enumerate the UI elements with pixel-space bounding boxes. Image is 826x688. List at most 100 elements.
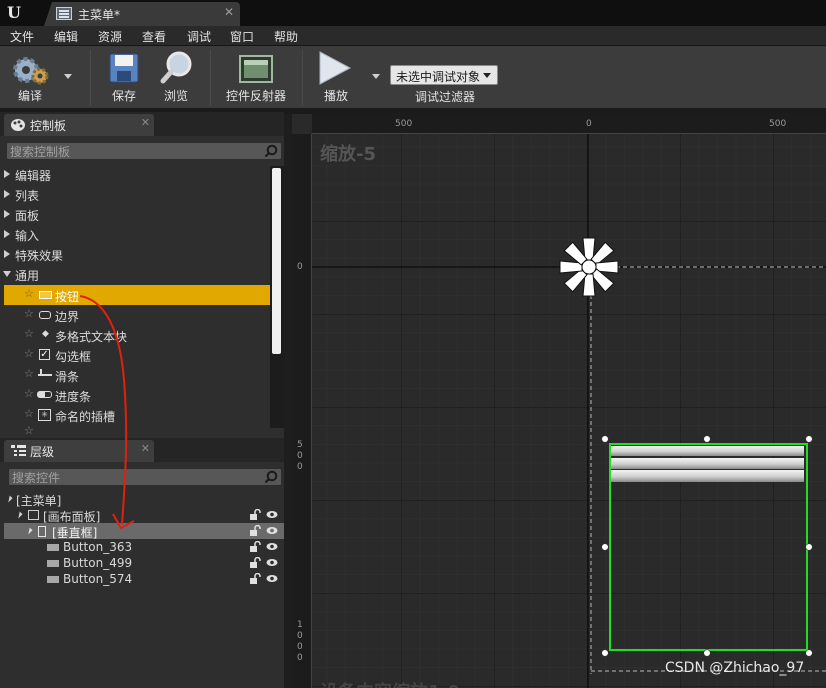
- hierarchy-search-input[interactable]: [12, 470, 252, 485]
- menu-asset[interactable]: 资源: [98, 28, 122, 45]
- menu-help[interactable]: 帮助: [274, 28, 298, 45]
- category-editor[interactable]: 编辑器: [0, 164, 270, 184]
- tree-item-canvas-panel[interactable]: [画布面板]: [0, 507, 284, 524]
- palette-search[interactable]: [6, 142, 282, 160]
- category-special-effects[interactable]: 特殊效果: [0, 244, 270, 264]
- category-label: 输入: [15, 229, 40, 243]
- close-icon[interactable]: ✕: [141, 442, 150, 455]
- palette-item-slider[interactable]: ☆ 滑条: [0, 365, 270, 385]
- favorite-star-icon[interactable]: ☆: [24, 307, 34, 320]
- widget-reflector-icon: [239, 55, 273, 83]
- favorite-star-icon[interactable]: ☆: [24, 347, 34, 360]
- palette-item-label: 多格式文本块: [55, 330, 128, 344]
- browse-label: 浏览: [163, 89, 188, 103]
- compile-button[interactable]: 编译: [4, 46, 56, 108]
- category-list[interactable]: 列表: [0, 184, 270, 204]
- checkbox-icon: ✓: [39, 349, 50, 360]
- eye-icon[interactable]: [266, 509, 278, 520]
- tab-palette[interactable]: 控制板 ✕: [4, 114, 154, 136]
- palette-item-label: 按钮: [55, 290, 80, 304]
- rich-text-icon: ◆: [42, 329, 49, 339]
- play-options-arrow[interactable]: [372, 74, 380, 79]
- favorite-star-icon[interactable]: ☆: [24, 367, 34, 380]
- palette-item-button[interactable]: ☆ 按钮: [4, 285, 270, 305]
- unreal-logo[interactable]: U: [0, 0, 28, 26]
- watermark: CSDN @Zhichao_97: [665, 660, 805, 676]
- expand-arrow-icon: [4, 170, 10, 178]
- eye-icon[interactable]: [266, 573, 278, 584]
- palette-search-input[interactable]: [10, 144, 250, 159]
- tree-item-button[interactable]: Button_574: [0, 571, 284, 587]
- tab-hierarchy[interactable]: 层级 ✕: [4, 440, 154, 462]
- expand-arrow-icon: [4, 230, 10, 238]
- lock-open-icon[interactable]: [249, 509, 261, 520]
- eye-icon[interactable]: [266, 541, 278, 552]
- debug-object-select[interactable]: 未选中调试对象: [390, 65, 498, 85]
- canvas-button-1[interactable]: [610, 446, 804, 456]
- ruler-left: 0 5 0 0 1 0 0 0: [292, 134, 312, 688]
- tree-item-button[interactable]: Button_499: [0, 555, 284, 571]
- category-input[interactable]: 输入: [0, 224, 270, 244]
- title-bar: U 主菜单* ✕: [0, 0, 826, 26]
- canvas-button-2[interactable]: [610, 458, 804, 469]
- favorite-star-icon[interactable]: ☆: [24, 407, 34, 420]
- menu-bar: 文件 编辑 资源 查看 调试 窗口 帮助: [0, 26, 826, 46]
- play-icon: [319, 51, 352, 85]
- palette-item-checkbox[interactable]: ☆ ✓ 勾选框: [0, 345, 270, 365]
- palette-item-progress-bar[interactable]: ☆ 进度条: [0, 385, 270, 405]
- compile-options-arrow[interactable]: [64, 74, 72, 79]
- panel-splitter[interactable]: [284, 114, 292, 688]
- canvas-button-3[interactable]: [610, 470, 804, 482]
- widget-reflector-label: 控件反射器: [225, 89, 286, 103]
- menu-debug[interactable]: 调试: [187, 28, 211, 45]
- toolbar: 编译 保存 浏览 控件反射器 播放 未选中调试对象 调试过滤器: [0, 46, 826, 110]
- favorite-star-icon[interactable]: ☆: [24, 287, 34, 300]
- favorite-star-icon[interactable]: ☆: [24, 387, 34, 400]
- menu-edit[interactable]: 编辑: [54, 28, 78, 45]
- menu-window[interactable]: 窗口: [230, 28, 254, 45]
- tree-item-button[interactable]: Button_363: [0, 539, 284, 555]
- widget-reflector-button[interactable]: 控件反射器: [222, 46, 290, 108]
- menu-view[interactable]: 查看: [142, 28, 166, 45]
- palette-item-named-slot[interactable]: ☆ ✳ 命名的插槽: [0, 405, 270, 425]
- lock-open-icon[interactable]: [249, 541, 261, 552]
- ruler-tick-label: 0: [297, 451, 303, 461]
- lock-open-icon[interactable]: [249, 525, 261, 536]
- designer-canvas[interactable]: 500 0 500 0 5 0 0 1 0 0 0 缩放-5 设备内容缩放1.0…: [292, 114, 826, 688]
- tree-item-label: Button_363: [63, 540, 133, 554]
- progress-bar-icon: [37, 391, 52, 398]
- category-label: 通用: [15, 269, 40, 283]
- hierarchy-search[interactable]: [8, 468, 282, 486]
- browse-button[interactable]: 浏览: [152, 46, 200, 108]
- eye-icon[interactable]: [266, 557, 278, 568]
- lock-open-icon[interactable]: [249, 573, 261, 584]
- slider-knob-icon: [40, 369, 42, 376]
- tree-root-main-menu[interactable]: [主菜单]: [0, 491, 284, 508]
- search-icon: [264, 470, 278, 484]
- favorite-star-icon: ☆: [24, 426, 34, 437]
- category-panel[interactable]: 面板: [0, 204, 270, 224]
- tree-item-vertical-box[interactable]: [垂直框]: [4, 523, 284, 540]
- anchor-icon[interactable]: [559, 237, 619, 297]
- close-icon[interactable]: ✕: [224, 5, 234, 19]
- button-widget-icon: [47, 544, 59, 551]
- palette-scrollbar-thumb[interactable]: [272, 168, 281, 354]
- collapse-arrow-icon: [25, 527, 33, 535]
- category-label: 特殊效果: [15, 249, 64, 263]
- lock-open-icon[interactable]: [249, 557, 261, 568]
- palette-scrollbar[interactable]: [270, 166, 284, 428]
- play-button[interactable]: 播放: [308, 46, 364, 108]
- menu-file[interactable]: 文件: [10, 28, 34, 45]
- category-common[interactable]: 通用: [0, 264, 270, 284]
- save-button[interactable]: 保存: [100, 46, 148, 108]
- document-tab-label: 主菜单*: [78, 8, 121, 22]
- search-icon: [264, 144, 278, 158]
- palette-item-border[interactable]: ☆ 边界: [0, 305, 270, 325]
- palette-item-rich-text[interactable]: ☆ ◆ 多格式文本块: [0, 325, 270, 345]
- document-tab[interactable]: 主菜单* ✕: [44, 2, 240, 26]
- close-icon[interactable]: ✕: [141, 116, 150, 129]
- favorite-star-icon[interactable]: ☆: [24, 327, 34, 340]
- chevron-down-icon: [483, 73, 491, 78]
- eye-icon[interactable]: [266, 525, 278, 536]
- ruler-tick-label: 500: [769, 119, 787, 129]
